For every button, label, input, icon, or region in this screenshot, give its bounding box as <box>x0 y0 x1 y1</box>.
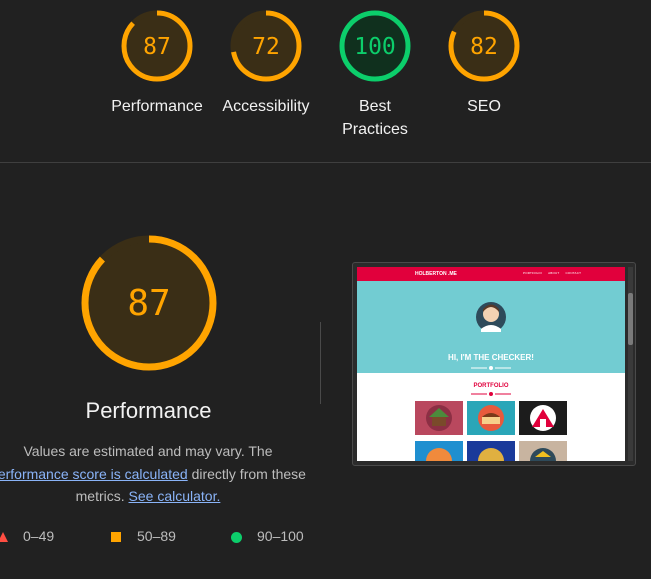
star-divider-icon <box>471 392 511 396</box>
site-brand: HOLBERTON .ME <box>415 271 457 277</box>
portfolio-icon <box>426 448 452 461</box>
desc-text: Values are estimated and may vary. The <box>23 443 273 459</box>
portfolio-tile <box>415 401 463 435</box>
screenshot-thumbnail: HOLBERTON .ME PORTFOLIO ABOUT CONTACT HI, … <box>357 267 625 461</box>
legend-range: 90–100 <box>257 528 304 544</box>
vertical-separator <box>320 322 321 404</box>
performance-description: Values are estimated and may vary. The p… <box>0 440 316 508</box>
gauge-ring: 100 <box>339 10 411 82</box>
average-square-icon <box>111 532 121 542</box>
legend-fail: 0–49 <box>0 528 54 544</box>
see-calculator-link[interactable]: See calculator. <box>129 488 221 504</box>
final-screenshot[interactable]: HOLBERTON .ME PORTFOLIO ABOUT CONTACT HI, … <box>352 262 636 466</box>
gauge-ring: 82 <box>448 10 520 82</box>
legend-pass: 90–100 <box>230 528 304 544</box>
portfolio-tile <box>467 401 515 435</box>
gauge-performance[interactable]: 87 Performance <box>102 8 212 118</box>
desc-text: metrics. <box>75 488 129 504</box>
gauge-label: Best Practices <box>342 98 408 138</box>
gauge-score: 100 <box>354 34 396 60</box>
scroll-thumb[interactable] <box>628 293 633 345</box>
portfolio-tile <box>415 441 463 461</box>
portfolio-tile <box>519 401 567 435</box>
site-navbar: HOLBERTON .ME PORTFOLIO ABOUT CONTACT <box>357 267 625 281</box>
section-divider <box>0 162 651 163</box>
pass-circle-icon <box>231 532 242 543</box>
cabin-icon <box>426 405 452 431</box>
portfolio-icon <box>530 448 556 461</box>
site-hero-text: HI, I'M THE CHECKER! <box>448 353 534 362</box>
site-nav-link: PORTFOLIO <box>523 271 543 275</box>
gauge-ring: 87 <box>121 10 193 82</box>
site-portfolio-title: PORTFOLIO <box>473 383 509 389</box>
score-calculation-link[interactable]: performance score is calculated <box>0 466 188 482</box>
site-nav-links: PORTFOLIO ABOUT CONTACT <box>523 271 587 275</box>
desc-text: directly from these <box>187 465 306 482</box>
gauge-score: 87 <box>143 34 171 60</box>
avatar-icon <box>476 302 506 332</box>
portfolio-tile <box>519 441 567 461</box>
gauge-seo[interactable]: 82 SEO <box>429 8 539 118</box>
legend-average: 50–89 <box>110 528 176 544</box>
performance-gauge: 87 <box>78 232 220 374</box>
performance-title: Performance <box>85 398 212 423</box>
lighthouse-report: 87 Performance 72 Accessibility 100 Best… <box>0 0 651 579</box>
site-nav-link: ABOUT <box>548 271 560 275</box>
gauge-ring: 72 <box>230 10 302 82</box>
site-hero: HI, I'M THE CHECKER! <box>357 281 625 373</box>
gauge-best-practices[interactable]: 100 Best Practices <box>320 8 430 141</box>
legend-range: 0–49 <box>23 528 55 544</box>
fail-triangle-icon <box>0 532 8 542</box>
circus-tent-icon <box>530 405 556 431</box>
gauge-label: Performance <box>111 98 203 115</box>
performance-score: 87 <box>127 283 170 324</box>
site-nav-link: CONTACT <box>565 271 582 275</box>
legend-range: 50–89 <box>137 528 176 544</box>
gauge-label: Accessibility <box>222 98 310 115</box>
cake-icon <box>478 405 504 431</box>
gauge-label: SEO <box>467 98 501 115</box>
portfolio-icon <box>478 448 504 461</box>
thumbnail-scrollbar[interactable] <box>628 267 633 461</box>
gauge-score: 82 <box>470 34 498 60</box>
portfolio-tile <box>467 441 515 461</box>
gauge-accessibility[interactable]: 72 Accessibility <box>211 8 321 118</box>
gauge-score: 72 <box>252 34 280 60</box>
star-divider-icon <box>471 366 511 370</box>
gauge-ring: 87 <box>81 235 217 371</box>
